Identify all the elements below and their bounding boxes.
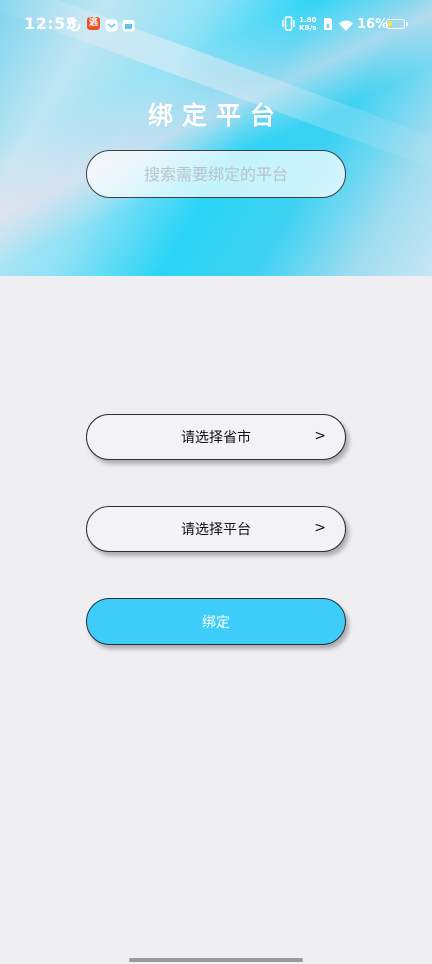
- page-title: 绑定平台: [147, 101, 284, 130]
- bind-button-label: 绑定: [202, 614, 230, 631]
- net-speed: 1.80 KB/s: [299, 16, 316, 32]
- battery-icon: [386, 19, 408, 29]
- calendar-icon: [122, 17, 135, 36]
- app-badge-icon: 逃: [87, 17, 100, 30]
- wifi-icon: [338, 17, 354, 36]
- mail-icon: [105, 17, 118, 36]
- bind-button[interactable]: 绑定: [86, 598, 346, 645]
- chevron-right-icon: >: [314, 520, 326, 536]
- platform-search-input[interactable]: [87, 163, 345, 185]
- select-platform-button[interactable]: 请选择平台 >: [86, 506, 346, 552]
- status-bar: 12:55 逃 1.80 KB/s x 16%: [0, 0, 432, 44]
- home-indicator[interactable]: [129, 958, 303, 962]
- select-province-city-label: 请选择省市: [181, 430, 251, 446]
- net-speed-value: 1.80: [299, 16, 317, 24]
- vibrate-icon: [282, 16, 295, 35]
- sync-icon: [68, 17, 81, 36]
- select-province-city-button[interactable]: 请选择省市 >: [86, 414, 346, 460]
- chevron-right-icon: >: [314, 428, 326, 444]
- select-platform-label: 请选择平台: [181, 522, 251, 538]
- platform-search-field[interactable]: [86, 150, 346, 198]
- battery-percent: 16%: [357, 17, 389, 32]
- svg-text:x: x: [326, 22, 331, 30]
- net-speed-unit: KB/s: [299, 24, 317, 32]
- sim-icon: x: [323, 16, 333, 35]
